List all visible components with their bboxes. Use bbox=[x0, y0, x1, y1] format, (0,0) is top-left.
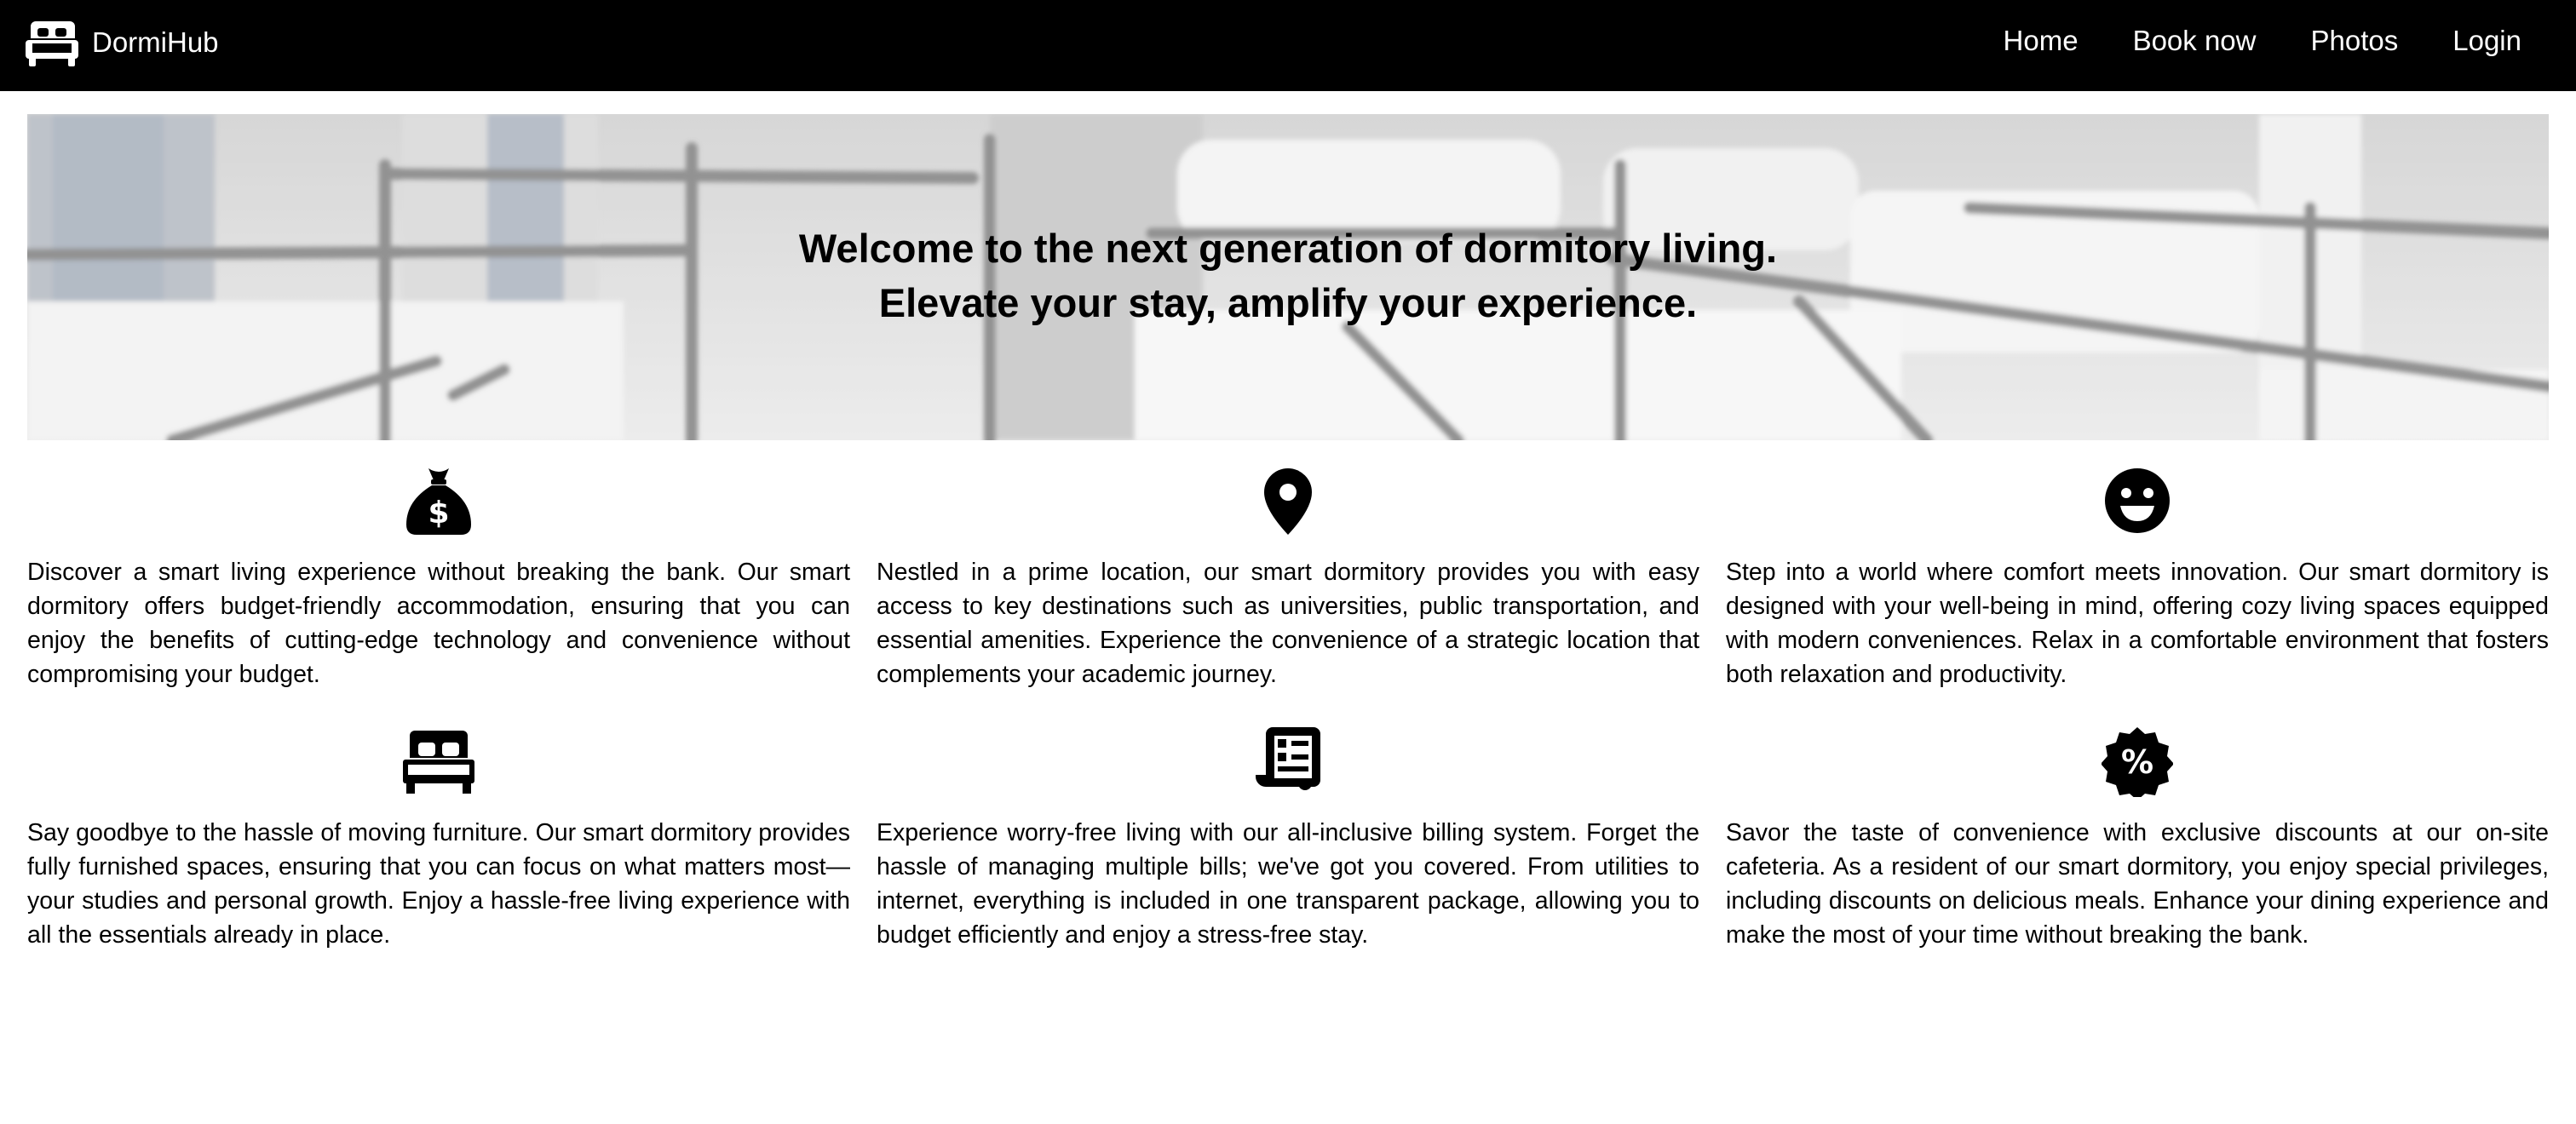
feature-discount-text: Savor the taste of convenience with excl… bbox=[1726, 819, 2549, 949]
svg-text:$: $ bbox=[428, 496, 449, 530]
money-bag-icon: $ bbox=[406, 468, 471, 535]
smiley-face-icon bbox=[2105, 468, 2170, 533]
feature-location-text: Nestled in a prime location, our smart d… bbox=[877, 559, 1699, 688]
location-pin-icon bbox=[1264, 468, 1312, 535]
bed-icon bbox=[403, 731, 474, 794]
nav-link-home[interactable]: Home bbox=[2004, 23, 2079, 59]
hero-heading: Welcome to the next generation of dormit… bbox=[27, 221, 2549, 330]
brand-name: DormiHub bbox=[92, 26, 219, 58]
feature-discount: % Savor the taste of convenience with ex… bbox=[1726, 725, 2549, 952]
feature-comfort: Step into a world where comfort meets in… bbox=[1726, 465, 2549, 691]
feature-furnished: Say goodbye to the hassle of moving furn… bbox=[27, 725, 850, 952]
nav-link-book-now[interactable]: Book now bbox=[2133, 23, 2257, 59]
top-navbar: DormiHub Home Book now Photos Login bbox=[0, 0, 2576, 91]
feature-billing-text: Experience worry-free living with our al… bbox=[877, 819, 1699, 949]
feature-furnished-text: Say goodbye to the hassle of moving furn… bbox=[27, 819, 850, 949]
bed-icon bbox=[26, 21, 78, 66]
nav-link-photos[interactable]: Photos bbox=[2311, 23, 2399, 59]
feature-comfort-text: Step into a world where comfort meets in… bbox=[1726, 559, 2549, 688]
nav-menu: Home Book now Photos Login bbox=[1949, 23, 2521, 59]
hero-heading-line-1: Welcome to the next generation of dormit… bbox=[798, 226, 1778, 271]
feature-location: Nestled in a prime location, our smart d… bbox=[877, 465, 1699, 691]
feature-billing: Experience worry-free living with our al… bbox=[877, 725, 1699, 952]
hero-banner: Welcome to the next generation of dormit… bbox=[27, 114, 2549, 440]
discount-badge-icon: % bbox=[2102, 727, 2173, 797]
svg-text:%: % bbox=[2121, 743, 2153, 781]
feature-affordable-text: Discover a smart living experience witho… bbox=[27, 559, 850, 688]
hero-heading-line-2: Elevate your stay, amplify your experien… bbox=[878, 280, 1698, 325]
receipt-icon bbox=[1256, 727, 1320, 790]
nav-link-login[interactable]: Login bbox=[2452, 23, 2521, 59]
brand-logo-link[interactable]: DormiHub bbox=[26, 17, 219, 68]
feature-affordable: $ Discover a smart living experience wit… bbox=[27, 465, 850, 691]
